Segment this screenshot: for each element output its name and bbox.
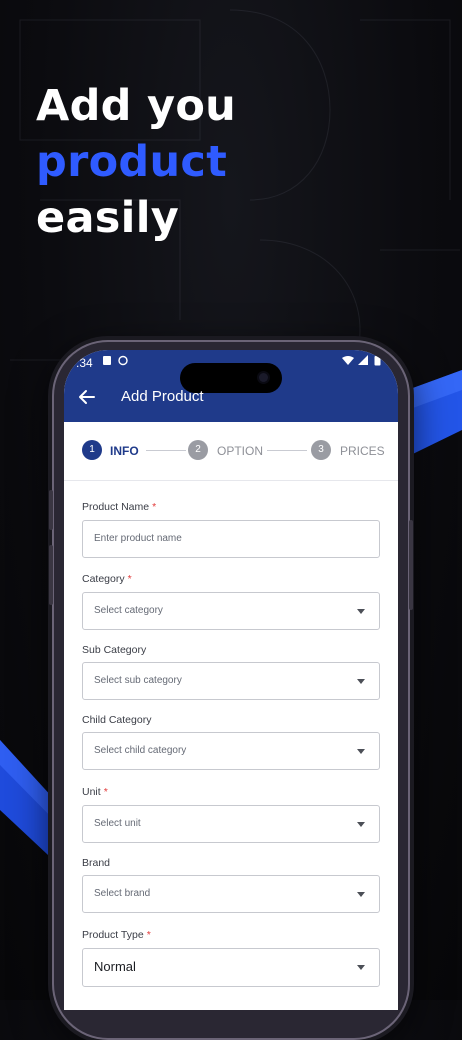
required-mark: *: [127, 573, 132, 585]
product-name-input[interactable]: Enter product name: [82, 520, 380, 558]
app-bar: :34 Add Product: [64, 350, 398, 422]
dropdown-arrow-icon: [357, 822, 365, 827]
dropdown-arrow-icon: [357, 679, 365, 684]
status-time: :34: [76, 356, 93, 370]
product-type-label: Product Type *: [82, 929, 151, 941]
dropdown-arrow-icon: [357, 965, 365, 970]
label-text: Brand: [82, 857, 111, 869]
unit-label: Unit *: [82, 786, 108, 798]
wifi-icon: [342, 356, 354, 365]
brand-select[interactable]: Select brand: [82, 875, 380, 913]
back-arrow-icon[interactable]: [76, 386, 98, 408]
category-placeholder: Select category: [94, 605, 163, 616]
brand-label: Brand: [82, 857, 110, 869]
headline-line2: easily: [36, 193, 180, 243]
product-type-value: Normal: [94, 959, 136, 974]
label-text: Category: [82, 573, 125, 585]
child-category-label: Child Category: [82, 714, 151, 726]
phone-screen: :34 Add Product 1 INFO 2 OPTION 3 PRICES…: [64, 350, 398, 1010]
product-name-label: Product Name *: [82, 501, 156, 513]
step-1-circle[interactable]: 1: [82, 440, 102, 460]
promo-headline: Add you product easily: [36, 78, 436, 246]
sub-category-placeholder: Select sub category: [94, 675, 182, 686]
required-mark: *: [146, 929, 151, 941]
headline-text: Add you: [36, 81, 237, 131]
step-1-label[interactable]: INFO: [110, 444, 139, 458]
step-2-label[interactable]: OPTION: [217, 444, 263, 458]
step-3-label[interactable]: PRICES: [340, 444, 385, 458]
label-text: Unit: [82, 786, 101, 798]
label-text: Product Type: [82, 929, 144, 941]
child-category-select[interactable]: Select child category: [82, 732, 380, 770]
dropdown-arrow-icon: [357, 609, 365, 614]
phone-side-button: [49, 490, 53, 530]
product-name-placeholder: Enter product name: [94, 533, 182, 544]
screen-title: Add Product: [121, 388, 204, 405]
child-category-placeholder: Select child category: [94, 745, 187, 756]
step-indicator: 1 INFO 2 OPTION 3 PRICES: [64, 422, 398, 481]
label-text: Product Name: [82, 501, 150, 513]
phone-side-button: [49, 545, 53, 605]
signal-icon: [358, 355, 368, 365]
sub-category-select[interactable]: Select sub category: [82, 662, 380, 700]
sub-category-label: Sub Category: [82, 644, 146, 656]
phone-side-button: [409, 520, 413, 610]
step-connector: [146, 450, 186, 451]
product-type-select[interactable]: Normal: [82, 948, 380, 987]
step-connector: [267, 450, 307, 451]
category-select[interactable]: Select category: [82, 592, 380, 630]
step-2-circle[interactable]: 2: [188, 440, 208, 460]
sync-icon: [118, 355, 128, 366]
unit-select[interactable]: Select unit: [82, 805, 380, 843]
camera-icon: [259, 373, 268, 382]
notification-icon: [103, 356, 111, 365]
battery-icon: [374, 356, 381, 366]
label-text: Child Category: [82, 714, 152, 726]
unit-placeholder: Select unit: [94, 818, 141, 829]
dropdown-arrow-icon: [357, 749, 365, 754]
headline-accent: product: [36, 137, 228, 187]
dropdown-arrow-icon: [357, 892, 365, 897]
label-text: Sub Category: [82, 644, 147, 656]
product-form: Product Name * Enter product name Categor…: [64, 481, 398, 1010]
required-mark: *: [103, 786, 108, 798]
step-3-circle[interactable]: 3: [311, 440, 331, 460]
brand-placeholder: Select brand: [94, 888, 151, 899]
category-label: Category *: [82, 573, 132, 585]
required-mark: *: [152, 501, 157, 513]
